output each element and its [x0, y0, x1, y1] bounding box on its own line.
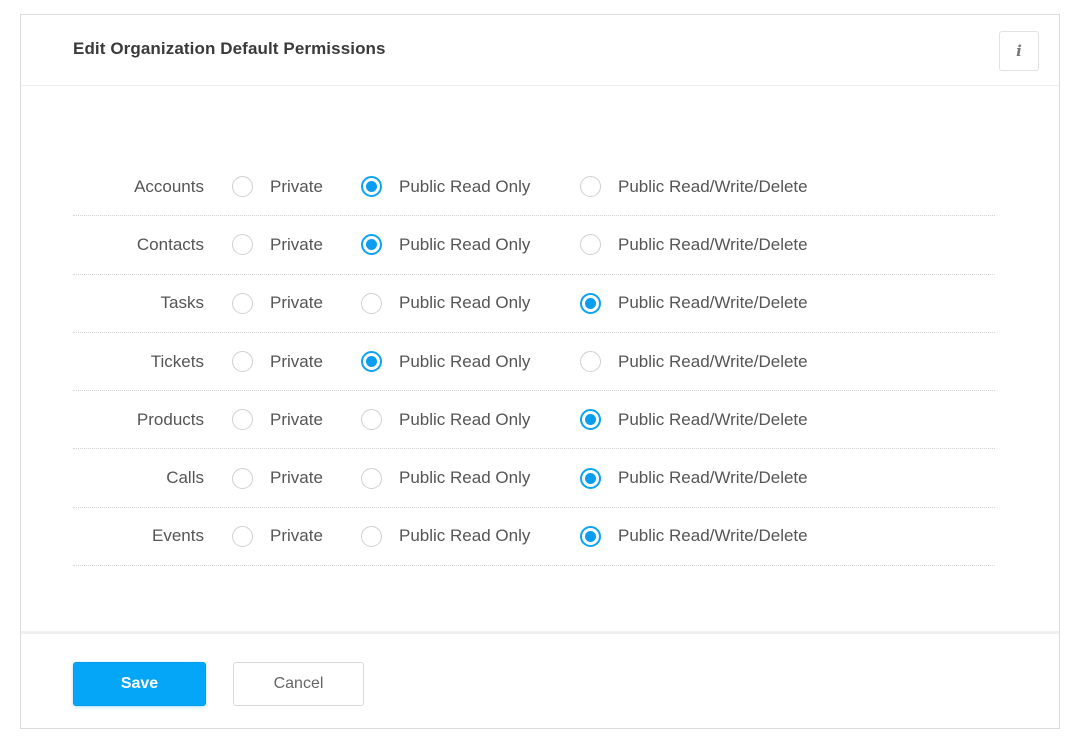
info-icon: i [1016, 42, 1022, 60]
radio-unchecked-icon[interactable] [580, 234, 601, 256]
radio-label: Public Read Only [399, 351, 531, 371]
radio-label: Private [270, 409, 323, 429]
radio-option-public-read-only[interactable]: Public Read Only [361, 234, 551, 256]
permission-row-accounts: Accounts Private Public Read Only Public Re… [73, 158, 995, 217]
radio-label: Public Read Only [399, 176, 531, 196]
radio-option-public-read-only[interactable]: Public Read Only [361, 176, 551, 198]
row-label: Products [136, 409, 204, 429]
radio-option-public-read-only[interactable]: Public Read Only [361, 292, 551, 314]
radio-label: Private [270, 176, 323, 196]
radio-label: Public Read Only [399, 526, 531, 546]
permissions-dialog: Edit Organization Default Permissions i … [20, 14, 1060, 729]
permission-row-contacts: Contacts Private Public Read Only Public Re… [73, 216, 995, 275]
radio-label: Private [270, 526, 323, 546]
permission-row-calls: Calls Private Public Read Only Public Read/… [73, 449, 995, 508]
radio-option-private[interactable]: Private [232, 409, 332, 431]
radio-checked-icon[interactable] [580, 525, 601, 547]
row-label: Tasks [160, 293, 204, 313]
radio-unchecked-icon[interactable] [580, 351, 601, 373]
radio-checked-icon[interactable] [580, 409, 601, 431]
radio-option-private[interactable]: Private [232, 292, 332, 314]
radio-label: Public Read Only [399, 293, 531, 313]
radio-option-public-read-only[interactable]: Public Read Only [361, 525, 551, 547]
radio-label: Public Read Only [399, 234, 531, 254]
radio-label: Private [270, 234, 323, 254]
radio-option-public-read-write-delete[interactable]: Public Read/Write/Delete [580, 234, 808, 256]
radio-checked-icon[interactable] [361, 351, 382, 373]
radio-unchecked-icon[interactable] [361, 409, 382, 431]
row-label: Tickets [150, 351, 204, 371]
radio-option-private[interactable]: Private [232, 467, 332, 489]
radio-option-public-read-write-delete[interactable]: Public Read/Write/Delete [580, 351, 808, 373]
radio-unchecked-icon[interactable] [232, 176, 253, 198]
radio-label: Public Read/Write/Delete [618, 468, 808, 488]
radio-unchecked-icon[interactable] [580, 176, 601, 198]
permission-row-tickets: Tickets Private Public Read Only Public Rea… [73, 333, 995, 392]
cancel-button[interactable]: Cancel [233, 662, 364, 706]
radio-unchecked-icon[interactable] [361, 467, 382, 489]
radio-option-public-read-only[interactable]: Public Read Only [361, 467, 551, 489]
radio-option-private[interactable]: Private [232, 176, 332, 198]
radio-unchecked-icon[interactable] [232, 292, 253, 314]
radio-unchecked-icon[interactable] [232, 525, 253, 547]
radio-unchecked-icon[interactable] [232, 351, 253, 373]
info-button[interactable]: i [999, 31, 1039, 71]
permission-row-tasks: Tasks Private Public Read Only Public Read/… [73, 275, 995, 333]
radio-option-private[interactable]: Private [232, 234, 332, 256]
radio-unchecked-icon[interactable] [361, 525, 382, 547]
radio-checked-icon[interactable] [580, 292, 601, 314]
radio-label: Private [270, 293, 323, 313]
row-label: Contacts [136, 234, 204, 254]
radio-checked-icon[interactable] [361, 234, 382, 256]
dialog-title: Edit Organization Default Permissions [73, 39, 386, 58]
radio-label: Public Read/Write/Delete [618, 176, 808, 196]
radio-label: Public Read/Write/Delete [618, 293, 808, 313]
radio-label: Public Read/Write/Delete [618, 526, 808, 546]
permission-row-products: Products Private Public Read Only Public Re… [73, 391, 995, 450]
radio-option-private[interactable]: Private [232, 351, 332, 373]
dialog-footer: Save Cancel [21, 631, 1059, 728]
radio-label: Public Read/Write/Delete [618, 351, 808, 371]
radio-checked-icon[interactable] [580, 467, 601, 489]
radio-option-public-read-write-delete[interactable]: Public Read/Write/Delete [580, 467, 808, 489]
radio-unchecked-icon[interactable] [232, 234, 253, 256]
radio-option-public-read-write-delete[interactable]: Public Read/Write/Delete [580, 409, 808, 431]
radio-label: Private [270, 351, 323, 371]
radio-label: Public Read Only [399, 409, 531, 429]
radio-option-public-read-write-delete[interactable]: Public Read/Write/Delete [580, 176, 808, 198]
radio-option-public-read-write-delete[interactable]: Public Read/Write/Delete [580, 292, 808, 314]
save-button[interactable]: Save [73, 662, 206, 706]
permissions-table: Accounts Private Public Read Only Public Re… [73, 158, 995, 567]
row-label: Accounts [134, 176, 204, 196]
radio-unchecked-icon[interactable] [232, 467, 253, 489]
radio-label: Private [270, 468, 323, 488]
dialog-header: Edit Organization Default Permissions i [21, 15, 1059, 86]
radio-label: Public Read/Write/Delete [618, 234, 808, 254]
row-label: Events [152, 526, 204, 546]
radio-option-private[interactable]: Private [232, 525, 332, 547]
row-label: Calls [166, 468, 204, 488]
radio-option-public-read-only[interactable]: Public Read Only [361, 351, 551, 373]
permission-row-events: Events Private Public Read Only Public Read… [73, 508, 995, 567]
radio-checked-icon[interactable] [361, 176, 382, 198]
radio-unchecked-icon[interactable] [361, 292, 382, 314]
radio-option-public-read-write-delete[interactable]: Public Read/Write/Delete [580, 525, 808, 547]
radio-label: Public Read Only [399, 468, 531, 488]
radio-unchecked-icon[interactable] [232, 409, 253, 431]
radio-option-public-read-only[interactable]: Public Read Only [361, 409, 551, 431]
radio-label: Public Read/Write/Delete [618, 409, 808, 429]
